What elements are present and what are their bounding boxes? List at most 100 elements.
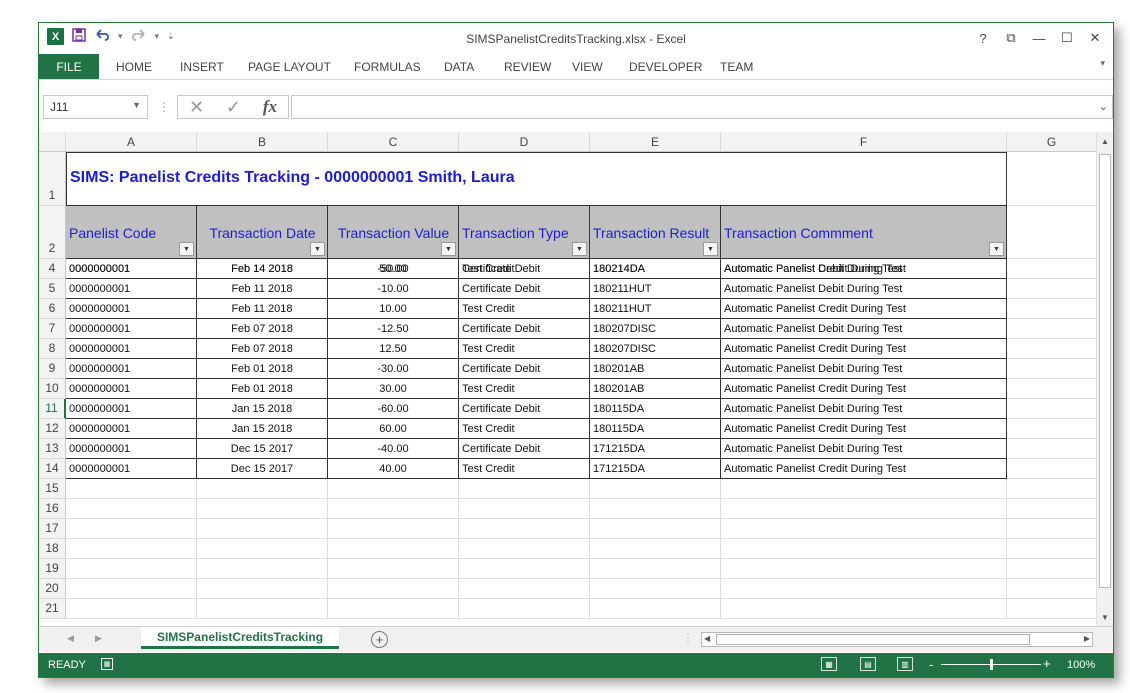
row-header-15[interactable]: 15 bbox=[39, 479, 66, 499]
table-cell[interactable]: 0000000001 bbox=[66, 279, 197, 299]
row-header-17[interactable]: 17 bbox=[39, 519, 66, 539]
empty-cell[interactable] bbox=[66, 579, 197, 599]
table-cell[interactable]: Test Credit bbox=[459, 379, 590, 399]
empty-cell[interactable] bbox=[721, 579, 1007, 599]
empty-cell[interactable] bbox=[1007, 599, 1097, 619]
tab-data[interactable]: DATA bbox=[444, 54, 474, 79]
table-cell[interactable]: Certificate Debit bbox=[459, 319, 590, 339]
table-cell[interactable]: 180207DISC bbox=[590, 339, 721, 359]
table-cell[interactable] bbox=[1007, 419, 1097, 439]
table-cell[interactable]: 180211HUT bbox=[590, 299, 721, 319]
horizontal-scrollbar[interactable]: ◀ ▶ bbox=[701, 632, 1093, 647]
filter-dropdown-icon[interactable]: ▼ bbox=[703, 242, 718, 256]
row-header-13[interactable]: 13 bbox=[39, 439, 66, 459]
empty-cell[interactable] bbox=[590, 539, 721, 559]
table-cell[interactable]: Certificate Debit bbox=[459, 399, 590, 419]
empty-cell[interactable] bbox=[590, 559, 721, 579]
row-header-19[interactable]: 19 bbox=[39, 559, 66, 579]
sheet-title-cell[interactable]: SIMS: Panelist Credits Tracking - 000000… bbox=[66, 152, 1007, 206]
table-cell[interactable]: -30.00 bbox=[328, 359, 459, 379]
empty-cell[interactable] bbox=[328, 539, 459, 559]
empty-cell[interactable] bbox=[328, 519, 459, 539]
row-header-7[interactable]: 7 bbox=[39, 319, 66, 339]
empty-cell[interactable] bbox=[721, 479, 1007, 499]
table-cell[interactable] bbox=[1007, 279, 1097, 299]
zoom-level[interactable]: 100% bbox=[1067, 659, 1095, 671]
row-header-20[interactable]: 20 bbox=[39, 579, 66, 599]
table-cell[interactable]: 0000000001 bbox=[66, 399, 197, 419]
row-header-5[interactable]: 5 bbox=[39, 279, 66, 299]
column-header-g[interactable]: G bbox=[1007, 132, 1097, 152]
empty-cell[interactable] bbox=[590, 599, 721, 619]
header-cell-a[interactable]: Panelist Code ▼ bbox=[66, 206, 197, 259]
zoom-slider-thumb[interactable] bbox=[990, 659, 993, 670]
empty-cell[interactable] bbox=[197, 559, 328, 579]
empty-cell[interactable] bbox=[590, 479, 721, 499]
header-cell-f[interactable]: Transaction Commment ▼ bbox=[721, 206, 1007, 259]
table-cell[interactable]: Jan 15 2018 bbox=[197, 419, 328, 439]
table-cell[interactable]: Jan 15 2018 bbox=[197, 399, 328, 419]
scroll-right-icon[interactable]: ▶ bbox=[1084, 634, 1090, 643]
maximize-icon[interactable]: ☐ bbox=[1053, 27, 1081, 49]
row-header-18[interactable]: 18 bbox=[39, 539, 66, 559]
empty-cell[interactable] bbox=[721, 599, 1007, 619]
row-header-9[interactable]: 9 bbox=[39, 359, 66, 379]
column-header-f[interactable]: F bbox=[721, 132, 1007, 152]
tab-developer[interactable]: DEVELOPER bbox=[629, 54, 702, 79]
table-cell[interactable]: 0000000001 bbox=[66, 459, 197, 479]
scroll-down-icon[interactable]: ▼ bbox=[1097, 610, 1113, 624]
table-cell[interactable]: 180211HUT bbox=[590, 279, 721, 299]
tab-formulas[interactable]: FORMULAS bbox=[354, 54, 421, 79]
column-header-d[interactable]: D bbox=[459, 132, 590, 152]
table-cell[interactable]: -60.00 bbox=[328, 399, 459, 419]
empty-cell[interactable] bbox=[1007, 519, 1097, 539]
header-cell-e[interactable]: Transaction Result ▼ bbox=[590, 206, 721, 259]
tab-split-grip-icon[interactable]: ⋮ bbox=[683, 633, 693, 644]
empty-cell[interactable] bbox=[66, 599, 197, 619]
row-header-2[interactable]: 2 bbox=[39, 206, 66, 259]
filter-dropdown-icon[interactable]: ▼ bbox=[572, 242, 587, 256]
row-header-4[interactable]: 4 bbox=[39, 259, 66, 279]
row-header-14[interactable]: 14 bbox=[39, 459, 66, 479]
scroll-up-icon[interactable]: ▲ bbox=[1097, 134, 1113, 148]
row-header-10[interactable]: 10 bbox=[39, 379, 66, 399]
tab-page-layout[interactable]: PAGE LAYOUT bbox=[248, 54, 331, 79]
table-cell[interactable]: Feb 14 2018 bbox=[197, 259, 328, 279]
table-cell[interactable]: Dec 15 2017 bbox=[197, 439, 328, 459]
filter-dropdown-icon[interactable]: ▼ bbox=[179, 242, 194, 256]
sheet-tab-active[interactable]: SIMSPanelistCreditsTracking bbox=[141, 627, 339, 649]
empty-cell[interactable] bbox=[459, 599, 590, 619]
table-cell[interactable]: Feb 07 2018 bbox=[197, 339, 328, 359]
tab-view[interactable]: VIEW bbox=[572, 54, 603, 79]
table-cell[interactable]: 40.00 bbox=[328, 459, 459, 479]
table-cell[interactable]: Automatic Panelist Credit During Test bbox=[721, 259, 1007, 279]
table-cell[interactable]: Automatic Panelist Credit During Test bbox=[721, 379, 1007, 399]
row-header-21[interactable]: 21 bbox=[39, 599, 66, 619]
table-cell[interactable]: 12.50 bbox=[328, 339, 459, 359]
table-cell[interactable]: Test Credit bbox=[459, 339, 590, 359]
formula-bar-grip-icon[interactable]: ⋮ bbox=[158, 100, 170, 114]
table-cell[interactable]: Automatic Panelist Debit During Test bbox=[721, 319, 1007, 339]
empty-cell[interactable] bbox=[1007, 499, 1097, 519]
table-cell[interactable]: 0000000001 bbox=[66, 419, 197, 439]
table-cell[interactable]: Automatic Panelist Credit During Test bbox=[721, 459, 1007, 479]
ribbon-display-icon[interactable]: ⧉ bbox=[997, 27, 1025, 49]
next-sheet-icon[interactable]: ▶ bbox=[95, 633, 102, 644]
empty-cell[interactable] bbox=[197, 479, 328, 499]
cell-g-2[interactable] bbox=[1007, 206, 1097, 259]
empty-cell[interactable] bbox=[197, 539, 328, 559]
vertical-scroll-thumb[interactable] bbox=[1099, 154, 1111, 588]
tab-insert[interactable]: INSERT bbox=[180, 54, 224, 79]
table-cell[interactable]: Test Credit bbox=[459, 259, 590, 279]
cancel-formula-icon[interactable]: ✕ bbox=[189, 97, 204, 118]
table-cell[interactable]: 30.00 bbox=[328, 379, 459, 399]
table-cell[interactable]: 0000000001 bbox=[66, 339, 197, 359]
table-cell[interactable]: Automatic Panelist Debit During Test bbox=[721, 399, 1007, 419]
empty-cell[interactable] bbox=[328, 479, 459, 499]
header-cell-b[interactable]: Transaction Date ▼ bbox=[197, 206, 328, 259]
ribbon-collapse-icon[interactable]: ▾ bbox=[1100, 58, 1105, 69]
empty-cell[interactable] bbox=[721, 499, 1007, 519]
empty-cell[interactable] bbox=[328, 559, 459, 579]
table-cell[interactable]: -10.00 bbox=[328, 279, 459, 299]
table-cell[interactable] bbox=[1007, 259, 1097, 279]
